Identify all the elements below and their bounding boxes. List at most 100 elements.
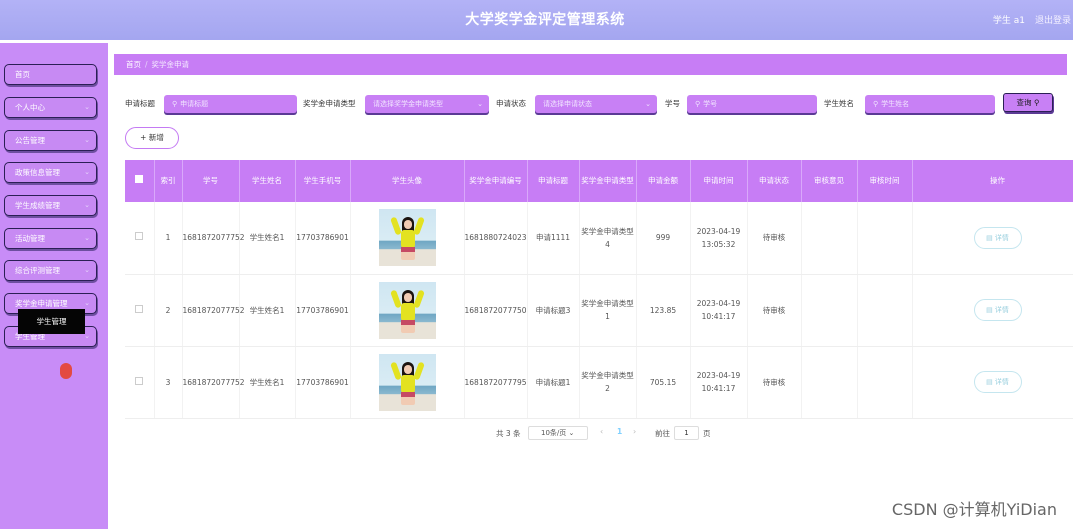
column-header: 申请状态 bbox=[747, 160, 802, 202]
name-label: 学生姓名 bbox=[824, 99, 854, 108]
checkbox-icon bbox=[135, 304, 144, 313]
chevron-down-icon: ⌄ bbox=[84, 168, 90, 176]
next-page-button[interactable]: › bbox=[633, 427, 636, 436]
cell-name: 学生姓名1 bbox=[239, 274, 296, 347]
cell-type: 奖学金申请类型1 bbox=[579, 274, 637, 347]
query-button[interactable]: 查询 ⚲ bbox=[1003, 93, 1053, 112]
column-header: 申请标题 bbox=[527, 160, 580, 202]
breadcrumb: 首页 / 奖学金申请 bbox=[114, 54, 1067, 75]
status-select[interactable]: 请选择申请状态 ⌄ bbox=[535, 95, 657, 113]
sidebar-item-label: 个人中心 bbox=[15, 103, 45, 112]
cell-title: 申请1111 bbox=[527, 202, 580, 275]
submenu-item-student-management[interactable]: 学生管理 bbox=[18, 309, 85, 334]
sidebar-item-7[interactable]: 综合评测管理 ⌄ bbox=[4, 260, 97, 281]
search-icon: ⚲ bbox=[873, 100, 879, 108]
cell-sno: 1681872077752 bbox=[182, 274, 245, 347]
name-search-input[interactable]: ⚲ 学生姓名 bbox=[865, 95, 995, 113]
row-checkbox[interactable] bbox=[125, 274, 155, 347]
sidebar-item-label: 活动管理 bbox=[15, 234, 45, 243]
detail-button[interactable]: ▤ 详情 bbox=[973, 371, 1022, 393]
search-icon: ⚲ bbox=[695, 100, 701, 108]
cell-action: ▤ 详情 bbox=[912, 346, 1073, 419]
sidebar-item-label: 政策信息管理 bbox=[15, 168, 60, 177]
cell-sno: 1681872077752 bbox=[182, 202, 245, 275]
column-header: 学生头像 bbox=[350, 160, 465, 202]
page-unit-label: 页 bbox=[703, 429, 711, 438]
cell-action: ▤ 详情 bbox=[912, 274, 1073, 347]
cell-amount: 705.15 bbox=[636, 346, 691, 419]
logout-link[interactable]: 退出登录 bbox=[1035, 13, 1071, 26]
cell-opinion bbox=[801, 202, 858, 275]
detail-button[interactable]: ▤ 详情 bbox=[973, 226, 1022, 249]
sidebar-item-4[interactable]: 政策信息管理 ⌄ bbox=[4, 162, 97, 183]
column-header: 申请金额 bbox=[636, 160, 691, 202]
column-header: 学生姓名 bbox=[239, 160, 296, 202]
cell-amount: 123.85 bbox=[636, 274, 691, 347]
pagination-total: 共 3 条 bbox=[496, 429, 521, 438]
column-header: 审核时间 bbox=[857, 160, 913, 202]
top-header: 大学奖学金评定管理系统 学生 a1 退出登录 bbox=[0, 0, 1073, 40]
search-icon: ⚲ bbox=[1033, 98, 1040, 107]
cell-app-no: 1681880724023 bbox=[464, 202, 528, 275]
add-button[interactable]: + 新增 bbox=[125, 127, 179, 149]
sidebar-item-2[interactable]: 个人中心 ⌄ bbox=[4, 97, 97, 118]
chevron-down-icon: ⌄ bbox=[84, 266, 90, 274]
cell-index: 2 bbox=[154, 274, 183, 347]
status-label: 申请状态 bbox=[496, 99, 526, 108]
table-row: 2 1681872077752 学生姓名1 17703786901 1681872077… bbox=[125, 274, 1073, 347]
chevron-down-icon: ⌄ bbox=[84, 103, 90, 111]
current-user[interactable]: 学生 a1 bbox=[993, 13, 1025, 26]
document-icon: ▤ bbox=[986, 378, 995, 386]
breadcrumb-current: 奖学金申请 bbox=[151, 60, 190, 69]
sidebar-item-label: 综合评测管理 bbox=[15, 266, 60, 275]
chevron-down-icon: ⌄ bbox=[645, 100, 651, 108]
cell-review-time bbox=[857, 202, 913, 275]
breadcrumb-home[interactable]: 首页 bbox=[126, 60, 141, 69]
column-header: 申请时间 bbox=[690, 160, 748, 202]
checkbox-icon bbox=[135, 232, 144, 241]
column-header: 奖学金申请编号 bbox=[464, 160, 528, 202]
sno-label: 学号 bbox=[665, 99, 680, 108]
chevron-down-icon: ⌄ bbox=[477, 100, 483, 108]
avatar-image bbox=[378, 353, 436, 411]
sidebar-item-5[interactable]: 学生成绩管理 ⌄ bbox=[4, 195, 97, 216]
cell-app-no: 1681872077795 bbox=[464, 346, 528, 419]
column-header: 审核意见 bbox=[801, 160, 858, 202]
cell-name: 学生姓名1 bbox=[239, 346, 296, 419]
student-avatar bbox=[350, 274, 465, 347]
cell-app-no: 1681872077750 bbox=[464, 274, 528, 347]
chevron-down-icon: ⌄ bbox=[84, 299, 90, 307]
watermark: CSDN @计算机YiDian bbox=[891, 500, 1057, 519]
document-icon: ▤ bbox=[986, 306, 995, 314]
chevron-down-icon: ⌄ bbox=[84, 332, 90, 340]
cell-time: 2023-04-19 13:05:32 bbox=[690, 202, 748, 275]
page-size-select[interactable]: 10条/页 ⌄ bbox=[528, 426, 588, 440]
sidebar-item-3[interactable]: 公告管理 ⌄ bbox=[4, 130, 97, 151]
cell-phone: 17703786901 bbox=[295, 202, 351, 275]
title-label: 申请标题 bbox=[125, 99, 155, 108]
cell-amount: 999 bbox=[636, 202, 691, 275]
sidebar-item-label: 奖学金申请管理 bbox=[15, 299, 68, 308]
student-avatar bbox=[350, 202, 465, 275]
cell-action: ▤ 详情 bbox=[912, 202, 1073, 275]
cell-title: 申请标题1 bbox=[527, 346, 580, 419]
sidebar-item-6[interactable]: 活动管理 ⌄ bbox=[4, 228, 97, 249]
table-row: 1 1681872077752 学生姓名1 17703786901 1681880724… bbox=[125, 202, 1073, 275]
row-checkbox[interactable] bbox=[125, 346, 155, 419]
cell-opinion bbox=[801, 346, 858, 419]
cell-phone: 17703786901 bbox=[295, 346, 351, 419]
prev-page-button[interactable]: ‹ bbox=[600, 427, 603, 436]
title-search-input[interactable]: ⚲ 申请标题 bbox=[164, 95, 297, 113]
select-all-checkbox[interactable] bbox=[125, 160, 155, 202]
goto-page-input[interactable]: 1 bbox=[674, 426, 699, 440]
sno-search-input[interactable]: ⚲ 学号 bbox=[687, 95, 817, 113]
row-checkbox[interactable] bbox=[125, 202, 155, 275]
avatar-image bbox=[378, 281, 436, 339]
sidebar-item-1[interactable]: 首页 bbox=[4, 64, 97, 85]
chevron-down-icon: ⌄ bbox=[84, 234, 90, 242]
cell-status: 待审核 bbox=[747, 346, 802, 419]
page-number-current[interactable]: 1 bbox=[617, 427, 622, 436]
cell-index: 3 bbox=[154, 346, 183, 419]
type-select[interactable]: 请选择奖学金申请类型 ⌄ bbox=[365, 95, 489, 113]
detail-button[interactable]: ▤ 详情 bbox=[973, 299, 1022, 321]
